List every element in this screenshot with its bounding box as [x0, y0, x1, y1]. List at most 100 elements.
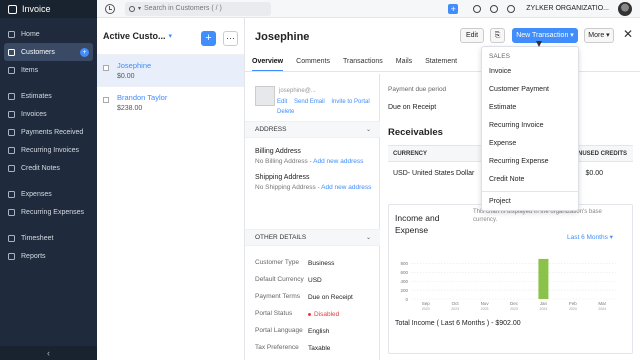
x-tick-sublabel: 2023 [481, 307, 489, 311]
reports-icon [8, 252, 15, 260]
detail-row: Portal Language English [255, 326, 377, 336]
chevron-down-icon[interactable]: ▾ [138, 5, 141, 12]
menu-item-expense[interactable]: Expense [489, 140, 516, 147]
customer-name[interactable]: Josephine [117, 61, 244, 70]
sidebar-item-recurring-expenses[interactable]: Recurring Expenses [0, 203, 97, 221]
sidebar-item-payments-received[interactable]: Payments Received [0, 123, 97, 141]
sidebar-item-expenses[interactable]: Expenses [0, 185, 97, 203]
contact-avatar-icon [255, 86, 275, 106]
credit-note-icon [8, 164, 15, 172]
sidebar-item-timesheet[interactable]: Timesheet [0, 229, 97, 247]
sidebar-item-items[interactable]: Items [0, 61, 97, 79]
attachment-icon[interactable]: ⎘ [490, 28, 505, 43]
apps-icon[interactable] [507, 4, 516, 13]
new-customer-button[interactable]: + [201, 31, 216, 46]
avatar[interactable] [618, 1, 632, 16]
tab-transactions[interactable]: Transactions [343, 58, 383, 71]
close-icon[interactable]: ✕ [623, 27, 633, 41]
customer-name[interactable]: Brandon Taylor [117, 93, 244, 102]
menu-item-recurring-expense[interactable]: Recurring Expense [489, 158, 549, 165]
sidebar-nav: Home Customers + Items Estimates Invoice… [0, 18, 97, 265]
expense-icon [8, 190, 15, 198]
sidebar-item-invoices[interactable]: Invoices [0, 105, 97, 123]
detail-key: Portal Status [255, 310, 293, 317]
detail-key: Payment Terms [255, 293, 301, 300]
topbar: ▾ Search in Customers ( / ) + ZYLKER ORG… [97, 0, 640, 18]
detail-key: Customer Type [255, 259, 299, 266]
x-tick-label: Jan [540, 301, 548, 306]
app-brand[interactable]: Invoice [0, 0, 97, 18]
menu-item-credit-note[interactable]: Credit Note [489, 176, 524, 183]
quick-add-icon[interactable]: + [448, 3, 459, 14]
address-section-header[interactable]: ADDRESS ⌄ [245, 121, 380, 138]
x-tick-sublabel: 2023 [510, 307, 518, 311]
list-view-selector[interactable]: Active Custo... [103, 31, 166, 41]
column-header-unused-credits: UNUSED CREDITS [573, 150, 627, 157]
row-checkbox[interactable] [103, 65, 109, 71]
topbar-actions: + ZYLKER ORGANIZATIO... [448, 1, 640, 16]
new-transaction-button[interactable]: New Transaction ▾ [512, 28, 578, 43]
shipping-address-label: Shipping Address [255, 174, 310, 181]
menu-item-invoice[interactable]: Invoice [489, 68, 511, 75]
menu-item-customer-payment[interactable]: Customer Payment [489, 86, 549, 93]
sidebar: Invoice Home Customers + Items Estimates… [0, 0, 97, 360]
tab-overview[interactable]: Overview [252, 58, 284, 71]
menu-item-estimate[interactable]: Estimate [489, 104, 516, 111]
sidebar-item-label: Reports [21, 252, 46, 260]
currency-cell: USD- United States Dollar [393, 169, 475, 177]
more-button[interactable]: More ▾ [584, 28, 614, 43]
sidebar-item-estimates[interactable]: Estimates [0, 87, 97, 105]
notification-icon[interactable] [473, 4, 482, 13]
nav-divider [0, 177, 97, 185]
detail-row: Tax Preference Taxable [255, 343, 377, 353]
row-checkbox[interactable] [103, 97, 109, 103]
search-placeholder: Search in Customers ( / ) [144, 5, 222, 12]
tab-comments[interactable]: Comments [296, 58, 330, 71]
org-switcher[interactable]: ZYLKER ORGANIZATIO... [526, 5, 609, 12]
sidebar-item-recurring-invoices[interactable]: Recurring Invoices [0, 141, 97, 159]
send-email-link[interactable]: Send Email [294, 99, 325, 105]
contact-delete-link[interactable]: Delete [277, 109, 294, 115]
sidebar-item-home[interactable]: Home [0, 25, 97, 43]
customer-list-panel: Active Custo... ▾ + ··· Josephine $0.00 … [97, 18, 245, 360]
chevron-down-icon[interactable]: ⌄ [366, 122, 371, 138]
search-input[interactable]: ▾ Search in Customers ( / ) [125, 1, 271, 16]
menu-item-recurring-invoice[interactable]: Recurring Invoice [489, 122, 543, 129]
sidebar-item-customers[interactable]: Customers + [4, 43, 93, 61]
tab-statement[interactable]: Statement [425, 58, 457, 71]
x-tick-label: Feb [569, 301, 577, 306]
nav-divider [0, 221, 97, 229]
x-tick-sublabel: 2024 [569, 307, 577, 311]
x-tick-sublabel: 2023 [451, 307, 459, 311]
sidebar-item-label: Timesheet [21, 234, 54, 242]
other-details-section-header[interactable]: OTHER DETAILS ⌄ [245, 229, 380, 246]
edit-button[interactable]: Edit [460, 28, 484, 43]
add-billing-address-link[interactable]: Add new address [313, 158, 363, 165]
timesheet-icon [8, 234, 15, 242]
x-tick-label: Mar [598, 301, 606, 306]
chevron-down-icon[interactable]: ▾ [169, 32, 173, 40]
history-icon[interactable] [105, 3, 115, 14]
customer-info-column: josephine@... Edit Send Email Invite to … [245, 74, 380, 360]
sidebar-item-credit-notes[interactable]: Credit Notes [0, 159, 97, 177]
y-tick-label: 400 [400, 279, 408, 284]
add-shipping-address-link[interactable]: Add new address [321, 184, 371, 191]
list-more-button[interactable]: ··· [223, 31, 238, 46]
settings-icon[interactable] [490, 4, 499, 13]
home-icon [8, 30, 15, 38]
income-chart: 0200400600800Sep2023Oct2023Nov2023Dec202… [400, 258, 617, 311]
collapse-sidebar-button[interactable]: ‹ [0, 346, 97, 360]
add-customer-icon[interactable]: + [80, 47, 89, 57]
y-tick-label: 600 [400, 270, 408, 275]
tab-mails[interactable]: Mails [396, 58, 412, 71]
invite-portal-link[interactable]: Invite to Portal [331, 99, 369, 105]
list-item[interactable]: Brandon Taylor $238.00 [97, 86, 244, 118]
sidebar-item-reports[interactable]: Reports [0, 247, 97, 265]
mouse-cursor-icon [536, 41, 542, 47]
contact-edit-link[interactable]: Edit [277, 99, 287, 105]
chevron-down-icon[interactable]: ⌄ [366, 230, 371, 246]
app-name: Invoice [22, 4, 51, 14]
menu-item-project[interactable]: Project [489, 198, 511, 205]
period-selector[interactable]: Last 6 Months ▾ [567, 233, 613, 241]
list-item[interactable]: Josephine $0.00 [97, 54, 244, 86]
